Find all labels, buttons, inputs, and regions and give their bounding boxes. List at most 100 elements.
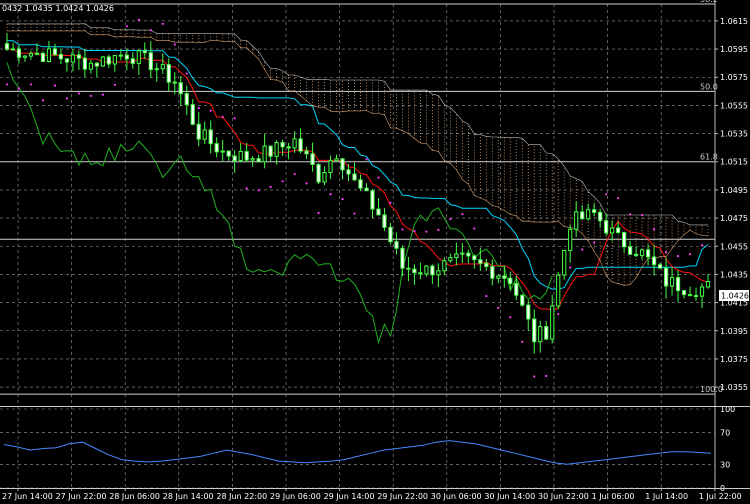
candle-body: [436, 270, 441, 276]
candle-body: [496, 275, 501, 279]
candle-body: [526, 304, 531, 320]
candle-body: [220, 150, 225, 153]
candle-body: [550, 305, 555, 340]
candle-body: [663, 267, 669, 287]
time-tick-label: 28 Jun 14:00: [163, 492, 214, 501]
sar-dot: [676, 254, 680, 258]
candle-body: [472, 255, 477, 261]
candle-body: [651, 256, 657, 266]
sar-dot: [629, 213, 632, 216]
price-tick-label: 1.0495: [720, 186, 748, 195]
sar-dot: [17, 87, 21, 90]
sar-dot: [257, 189, 260, 192]
candle-body: [334, 158, 339, 162]
price-tick-label: 1.0575: [720, 73, 748, 82]
sar-dot: [449, 217, 452, 221]
sar-dot: [545, 374, 548, 378]
sar-dot: [149, 29, 152, 32]
sar-dot: [125, 25, 128, 28]
candle-body: [532, 318, 537, 343]
candle-body: [316, 163, 321, 183]
candle-body: [124, 54, 129, 60]
candle-body: [64, 58, 70, 63]
sar-dot: [5, 83, 9, 86]
candle-body: [88, 62, 93, 70]
sar-dot: [617, 197, 620, 200]
candle-body: [400, 247, 405, 269]
candle-body: [622, 232, 627, 248]
candle-body: [645, 249, 651, 258]
candle-body: [268, 145, 273, 157]
candle-body: [448, 257, 453, 262]
sar-dot: [485, 294, 488, 298]
sar-dot: [581, 248, 584, 251]
candle-body: [232, 155, 237, 162]
price-tick-label: 1.0455: [720, 242, 748, 251]
candle-body: [4, 43, 10, 50]
sar-dot: [173, 43, 176, 46]
chart-header: 0432 1.0435 1.0424 1.0426: [2, 4, 114, 13]
candle-body: [418, 272, 423, 275]
candle-body: [382, 214, 387, 228]
sar-dot: [521, 340, 524, 343]
price-tick-label: 1.0515: [720, 158, 748, 167]
price-tick-label: 1.0395: [720, 327, 748, 336]
candle-body: [454, 253, 459, 259]
sar-dot: [77, 92, 80, 95]
time-tick-label: 27 Jun 22:00: [56, 492, 107, 501]
sar-dot: [700, 244, 704, 247]
sar-dot: [688, 253, 692, 256]
candle-body: [556, 274, 561, 307]
candle-body: [562, 249, 567, 276]
candle-body: [634, 253, 639, 257]
candle-body: [22, 55, 28, 58]
time-tick-label: 1 Jul 14:00: [645, 492, 688, 501]
time-tick-label: 29 Jun 22:00: [377, 492, 428, 501]
sar-dot: [197, 106, 200, 110]
sar-dot: [137, 18, 140, 21]
grid: [0, 4, 716, 488]
candle-body: [154, 68, 159, 71]
sar-dot: [341, 197, 344, 201]
time-tick-label: 1 Jul 06:00: [592, 492, 635, 501]
time-tick-label: 29 Jun 06:00: [270, 492, 321, 501]
candle-body: [514, 282, 519, 296]
price-tick-label: 1.0475: [720, 214, 748, 223]
sar-dot: [509, 316, 512, 319]
sar-dot: [269, 185, 272, 189]
time-tick-label: 30 Jun 22:00: [538, 492, 589, 501]
sar-dot: [377, 176, 380, 179]
candle-body: [412, 268, 417, 274]
candle-body: [82, 57, 87, 70]
candle-body: [490, 265, 495, 279]
candle-body: [100, 56, 105, 67]
candle-body: [604, 220, 609, 234]
candle-body: [250, 158, 255, 161]
candle-body: [592, 209, 597, 213]
candle-body: [628, 246, 633, 255]
axes: 1.0615 1.0595 1.0575 1.0555 1.0535 1.0515 1.04…: [0, 0, 750, 501]
sar-dot: [425, 230, 428, 233]
candle-body: [40, 52, 46, 62]
candle-body: [681, 290, 687, 296]
candle-body: [669, 277, 675, 287]
candle-body: [340, 158, 345, 171]
candle-body: [376, 208, 381, 216]
price-tick-label: 1.0615: [720, 17, 748, 26]
oscillator-line: [3, 440, 712, 465]
candle-body: [544, 326, 549, 340]
candle-body: [424, 265, 429, 275]
sar-dot: [664, 251, 668, 254]
candle-body: [16, 48, 22, 58]
sar-dot: [293, 172, 296, 176]
candle-body: [657, 264, 663, 269]
sar-dot: [233, 117, 236, 120]
candle-body: [304, 150, 309, 155]
candle-body: [508, 277, 513, 284]
time-tick-label: 27 Jun 14:00: [2, 492, 53, 501]
chikou-line: [6, 62, 553, 345]
candle-body: [520, 294, 525, 306]
candle-body: [226, 150, 231, 157]
candle-body: [580, 211, 585, 220]
candle-body: [106, 56, 111, 65]
